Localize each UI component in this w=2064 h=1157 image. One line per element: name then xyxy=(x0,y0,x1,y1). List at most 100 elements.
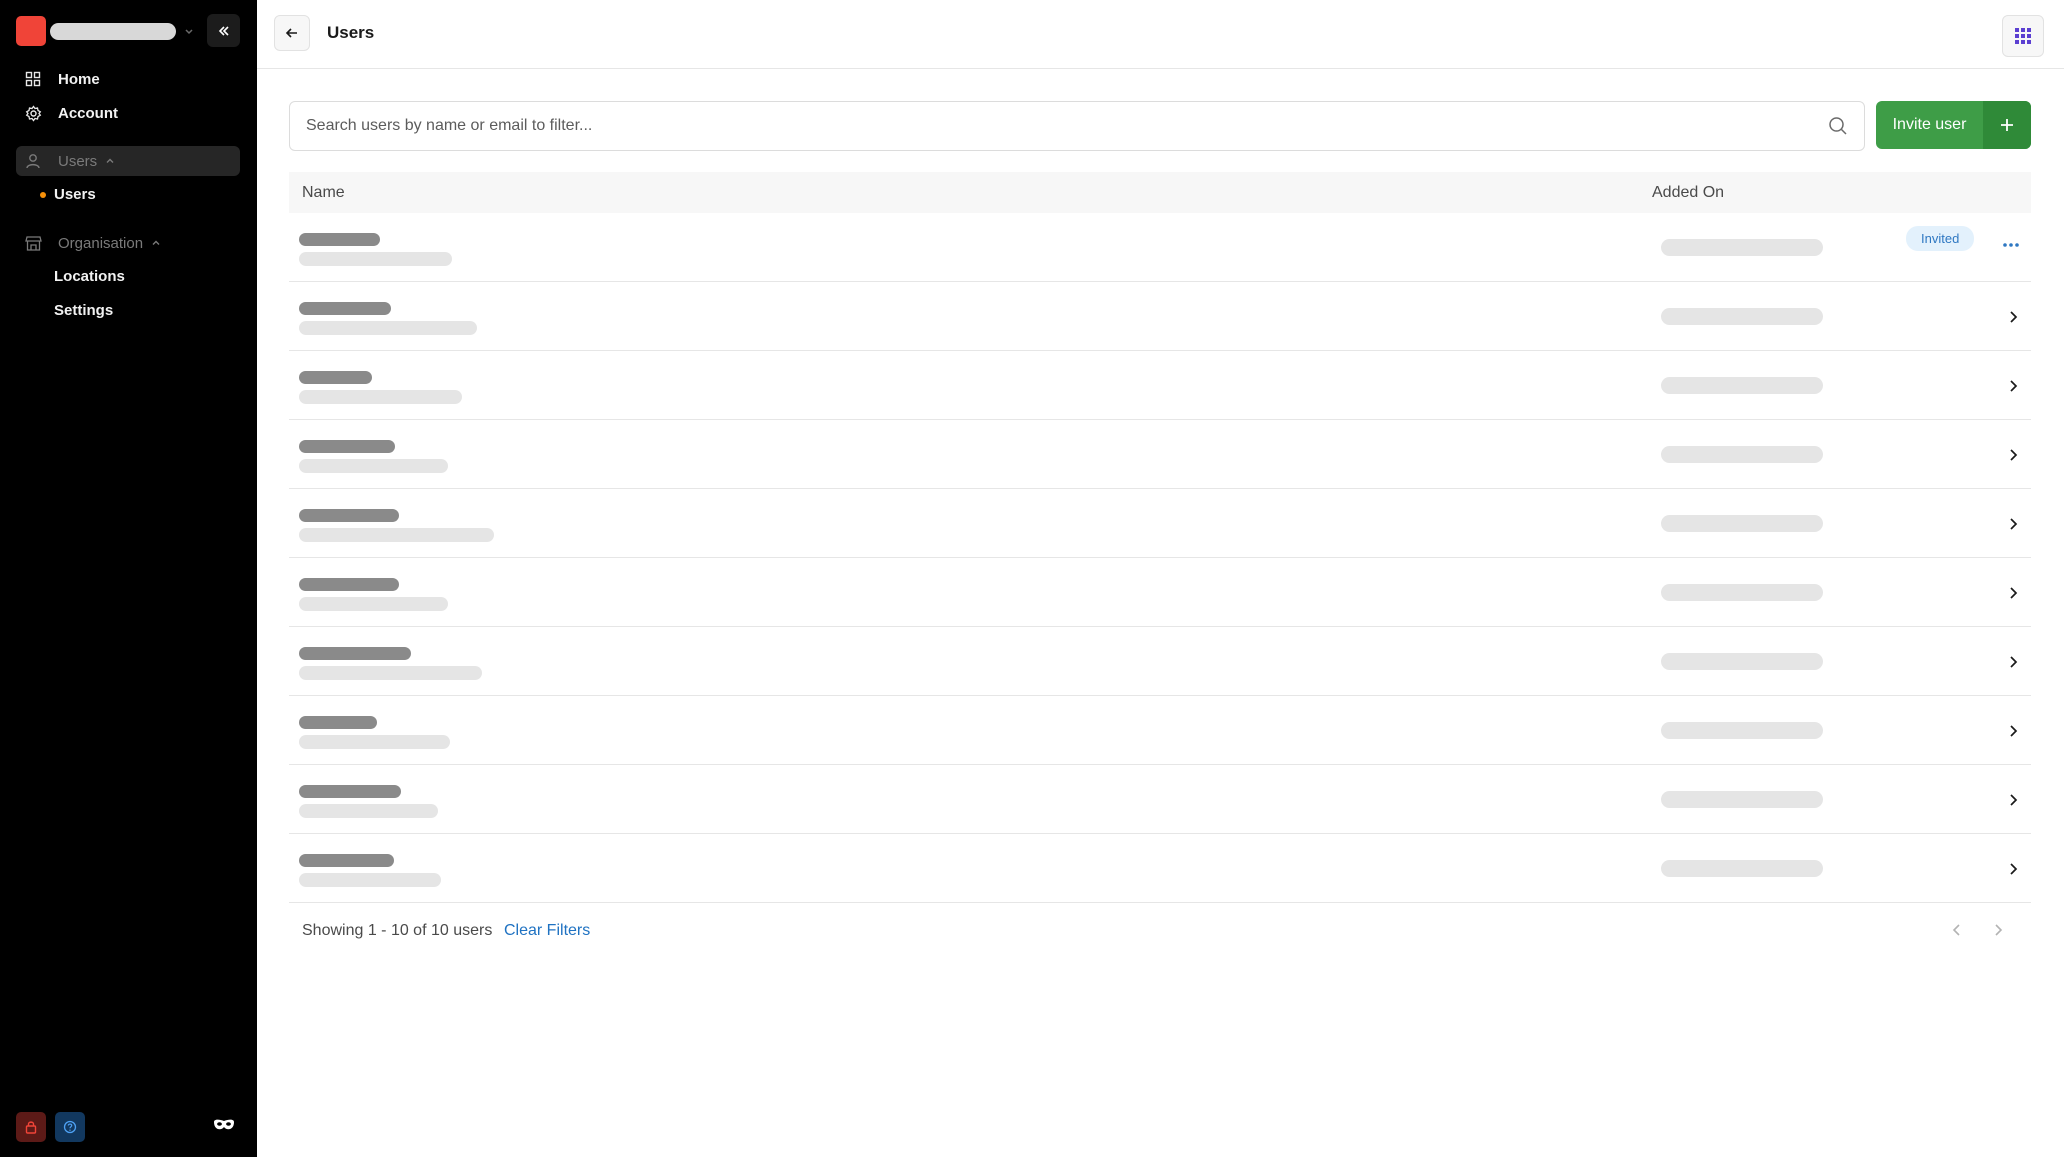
name-skeleton xyxy=(299,509,399,522)
column-header-name[interactable]: Name xyxy=(302,184,345,202)
name-skeleton xyxy=(299,578,399,591)
chevron-left-icon[interactable] xyxy=(1950,922,1964,938)
chevron-right-icon[interactable] xyxy=(2005,585,2021,601)
chevron-right-icon[interactable] xyxy=(2005,723,2021,739)
email-skeleton xyxy=(299,666,482,680)
search-input[interactable] xyxy=(306,102,1786,150)
workspace-switcher[interactable] xyxy=(16,16,194,46)
table-row[interactable] xyxy=(289,558,2031,627)
status-badge: Invited xyxy=(1906,226,1975,251)
lock-button[interactable] xyxy=(16,1112,46,1142)
sidebar-subitem-locations[interactable]: Locations xyxy=(54,268,125,285)
top-bar: Users xyxy=(257,0,2064,69)
invite-user-button[interactable]: Invite user xyxy=(1876,101,2031,149)
email-skeleton xyxy=(299,804,438,818)
apps-grid-icon xyxy=(2015,28,2031,44)
name-skeleton xyxy=(299,440,395,453)
email-skeleton xyxy=(299,459,448,473)
table-row[interactable] xyxy=(289,627,2031,696)
name-skeleton xyxy=(299,854,394,867)
sidebar: Home Account Users Users Organisation Lo… xyxy=(0,0,257,1157)
sidebar-group-label: Organisation xyxy=(58,234,144,252)
table-row[interactable] xyxy=(289,489,2031,558)
table-row[interactable]: Invited xyxy=(289,213,2031,282)
clear-filters-link[interactable]: Clear Filters xyxy=(504,922,590,940)
chevron-right-icon[interactable] xyxy=(2005,654,2021,670)
sidebar-group-organisation[interactable]: Organisation xyxy=(16,228,240,258)
chevron-down-icon xyxy=(185,29,193,35)
search-box xyxy=(289,101,1865,151)
chevron-right-icon[interactable] xyxy=(2005,792,2021,808)
plus-icon xyxy=(1983,101,2031,149)
name-skeleton xyxy=(299,371,372,384)
added-on-skeleton xyxy=(1661,653,1823,670)
email-skeleton xyxy=(299,321,477,335)
email-skeleton xyxy=(299,873,441,887)
store-icon xyxy=(22,232,44,254)
help-icon xyxy=(63,1120,77,1134)
sidebar-item-account[interactable]: Account xyxy=(16,98,240,128)
lock-icon xyxy=(25,1121,37,1134)
added-on-skeleton xyxy=(1661,791,1823,808)
name-skeleton xyxy=(299,716,377,729)
chevron-right-icon[interactable] xyxy=(1991,922,2005,938)
table-body: Invited xyxy=(289,213,2031,903)
added-on-skeleton xyxy=(1661,446,1823,463)
gear-icon xyxy=(22,102,44,124)
chevron-right-icon[interactable] xyxy=(2005,861,2021,877)
sidebar-group-users[interactable]: Users xyxy=(16,146,240,176)
added-on-skeleton xyxy=(1661,515,1823,532)
table-row[interactable] xyxy=(289,765,2031,834)
table-header: Name Added On xyxy=(289,172,2031,213)
chevron-right-icon[interactable] xyxy=(2005,516,2021,532)
invite-user-label: Invite user xyxy=(1892,116,1967,133)
sidebar-item-home[interactable]: Home xyxy=(16,64,240,94)
home-grid-icon xyxy=(22,68,44,90)
added-on-skeleton xyxy=(1661,584,1823,601)
sidebar-group-label: Users xyxy=(58,152,98,170)
chevron-up-icon xyxy=(106,158,114,163)
result-count: Showing 1 - 10 of 10 users xyxy=(302,922,493,939)
back-button[interactable] xyxy=(274,15,310,51)
added-on-skeleton xyxy=(1661,860,1823,877)
name-skeleton xyxy=(299,647,411,660)
table-row[interactable] xyxy=(289,420,2031,489)
email-skeleton xyxy=(299,390,462,404)
user-icon xyxy=(22,150,44,172)
email-skeleton xyxy=(299,528,494,542)
sidebar-subitem-settings[interactable]: Settings xyxy=(54,302,113,319)
table-row[interactable] xyxy=(289,282,2031,351)
chevron-up-icon xyxy=(152,240,160,245)
chevron-right-icon[interactable] xyxy=(2005,309,2021,325)
sidebar-item-label: Account xyxy=(58,104,118,122)
added-on-skeleton xyxy=(1661,377,1823,394)
table-row[interactable] xyxy=(289,834,2031,903)
page-title: Users xyxy=(327,23,375,42)
table-row[interactable] xyxy=(289,351,2031,420)
chevron-right-icon[interactable] xyxy=(2005,447,2021,463)
column-header-added-on[interactable]: Added On xyxy=(1652,184,1724,202)
double-chevron-left-icon xyxy=(218,25,229,36)
name-skeleton xyxy=(299,785,401,798)
brand-logo xyxy=(16,16,46,46)
added-on-skeleton xyxy=(1661,308,1823,325)
email-skeleton xyxy=(299,597,448,611)
name-skeleton xyxy=(299,302,391,315)
active-indicator-dot xyxy=(40,192,46,198)
sidebar-subitem-users[interactable]: Users xyxy=(54,186,96,203)
chevron-right-icon[interactable] xyxy=(2005,378,2021,394)
collapse-sidebar-button[interactable] xyxy=(207,14,240,47)
more-options-icon[interactable] xyxy=(2001,235,2021,255)
name-skeleton xyxy=(299,233,380,246)
added-on-skeleton xyxy=(1661,722,1823,739)
search-icon[interactable] xyxy=(1828,116,1848,136)
arrow-left-icon xyxy=(285,28,297,38)
app-launcher-button[interactable] xyxy=(2002,15,2044,57)
users-table: Name Added On Invited xyxy=(289,172,2031,903)
help-button[interactable] xyxy=(55,1112,85,1142)
added-on-skeleton xyxy=(1661,239,1823,256)
email-skeleton xyxy=(299,735,450,749)
table-row[interactable] xyxy=(289,696,2031,765)
mask-icon[interactable] xyxy=(213,1118,235,1132)
sidebar-item-label: Home xyxy=(58,70,100,88)
